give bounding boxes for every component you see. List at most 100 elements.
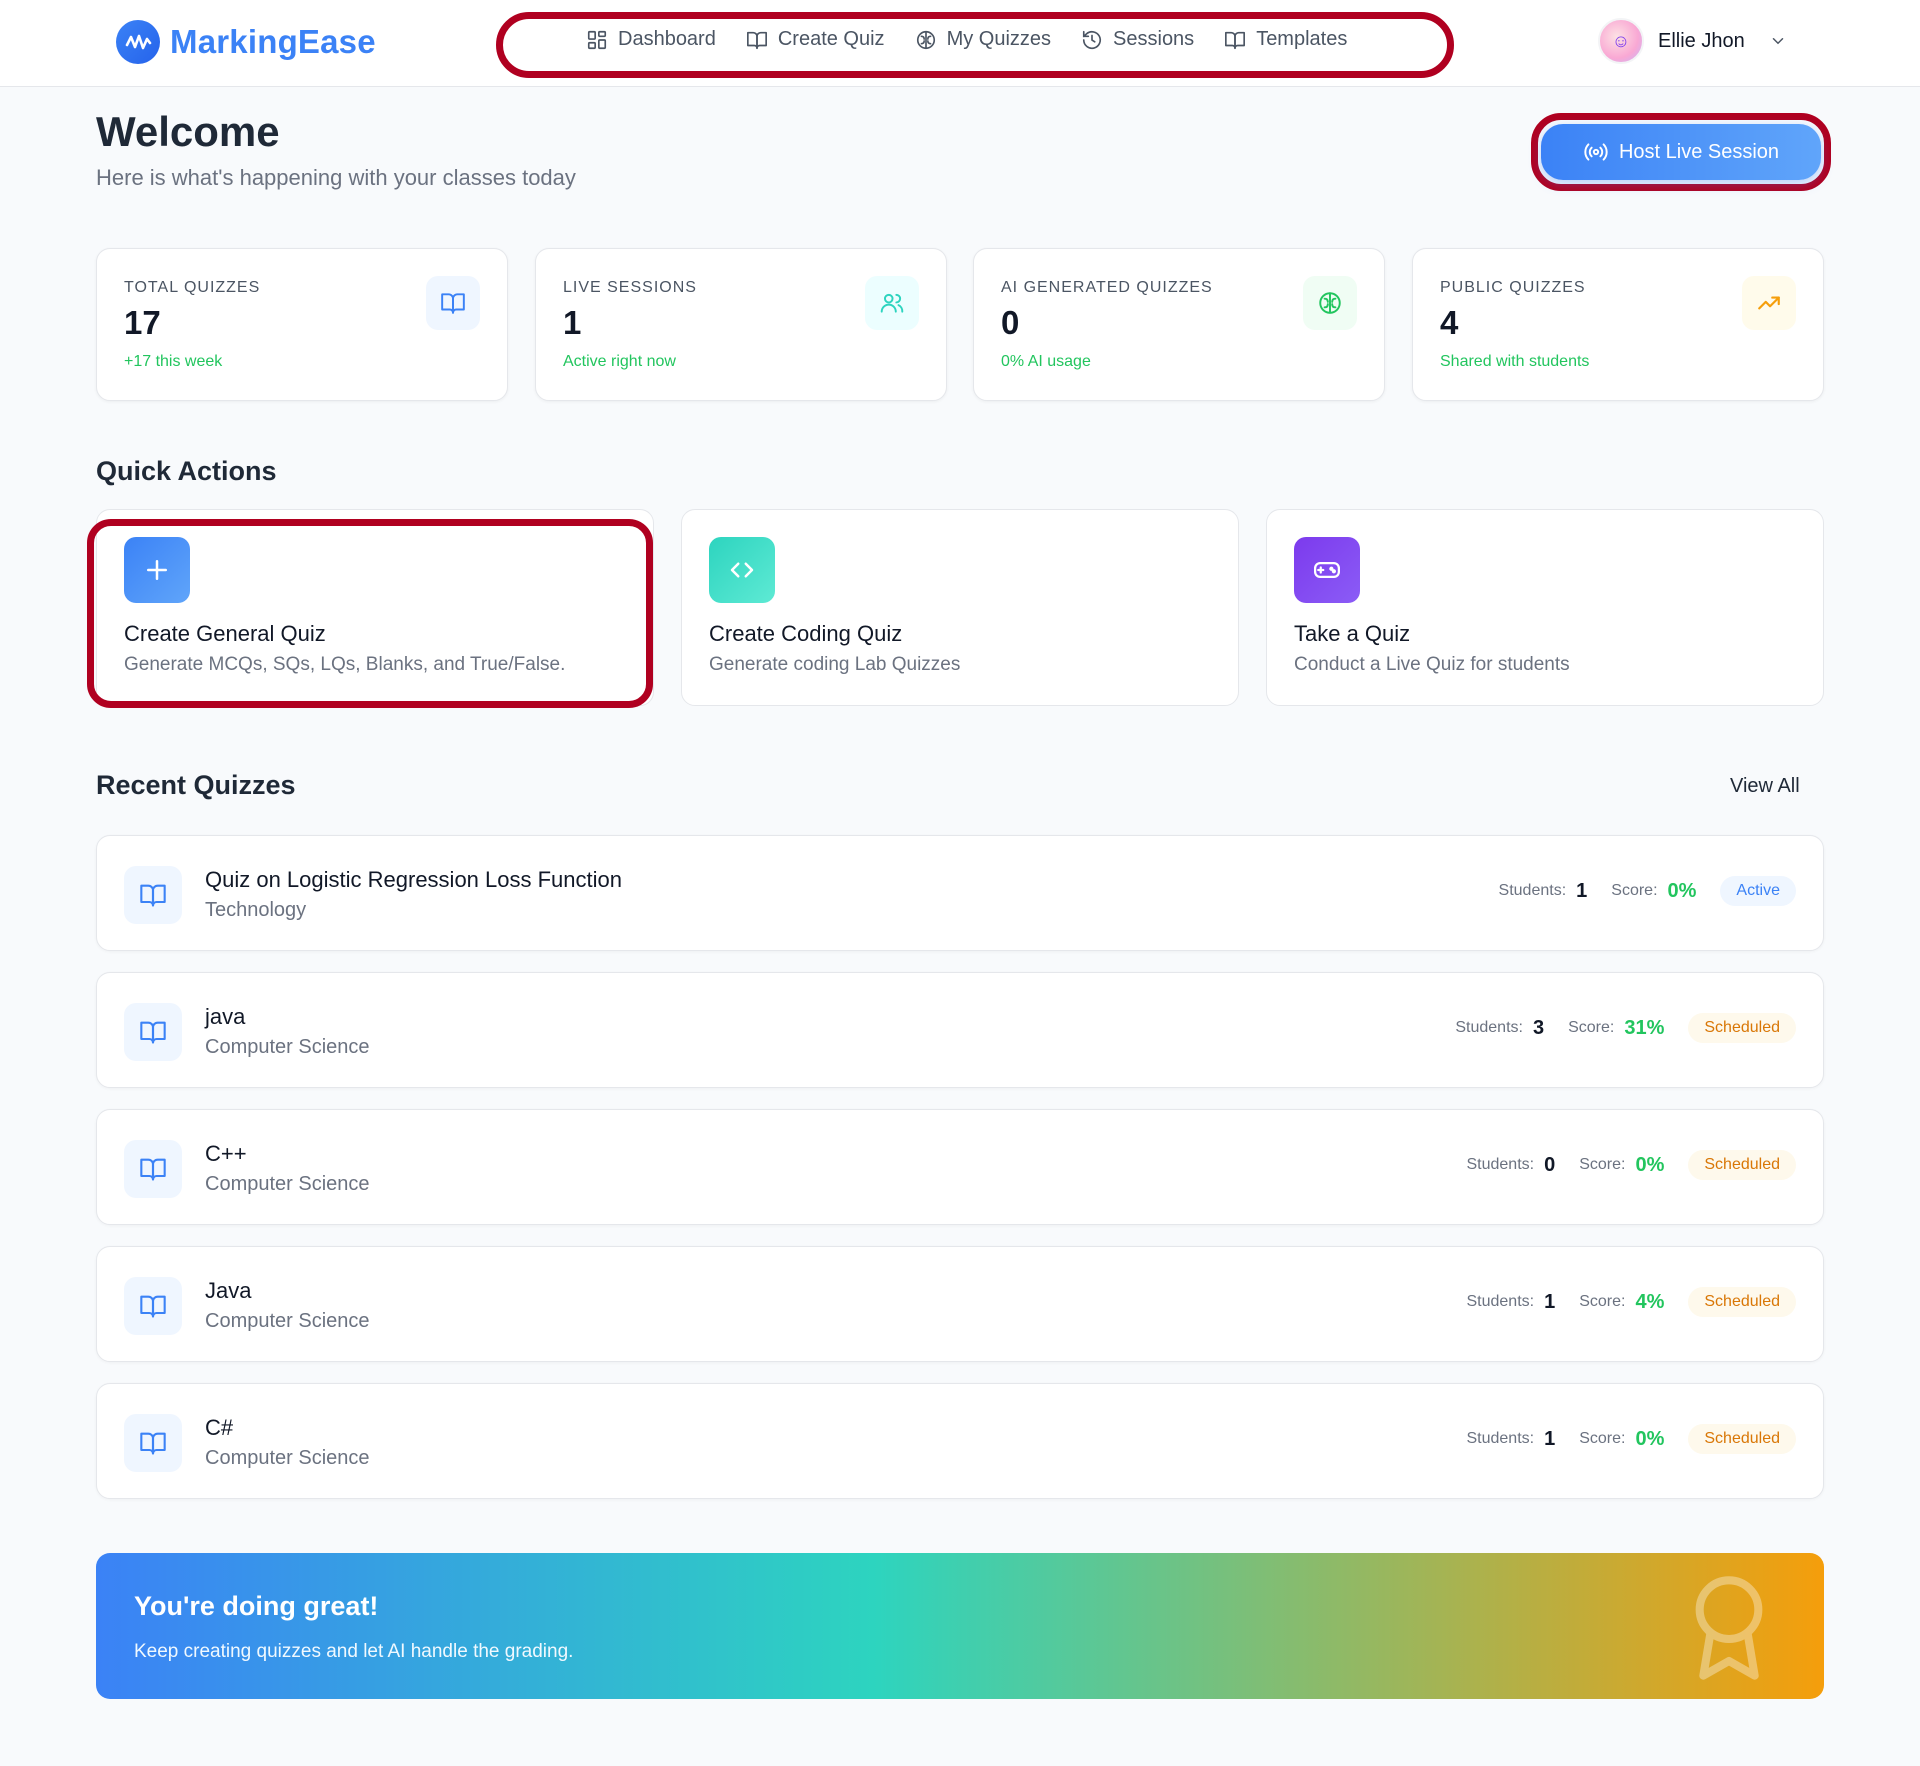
- waveform-icon: [116, 20, 160, 64]
- stat-card-public-quizzes: PUBLIC QUIZZES 4 Shared with students: [1412, 248, 1824, 401]
- score-value: 0%: [1635, 1153, 1665, 1176]
- status-badge: Scheduled: [1688, 1287, 1796, 1317]
- user-name: Ellie Jhon: [1658, 29, 1745, 52]
- stat-label: TOTAL QUIZZES: [124, 279, 261, 296]
- nav-sessions[interactable]: Sessions: [1081, 28, 1194, 51]
- students-label: Students:: [1466, 1156, 1535, 1173]
- quiz-title: java: [205, 1004, 246, 1029]
- quick-action-title: Take a Quiz: [1294, 621, 1411, 646]
- quiz-title: C++: [205, 1141, 247, 1166]
- students-label: Students:: [1498, 882, 1567, 899]
- students-count: 1: [1544, 1427, 1556, 1450]
- brain-icon: [1303, 276, 1357, 330]
- students-count: 0: [1544, 1153, 1556, 1176]
- quiz-row[interactable]: C++ Computer Science Students: 0 Score: …: [96, 1109, 1824, 1225]
- students-count: 1: [1576, 879, 1588, 902]
- stat-value: 17: [124, 304, 161, 341]
- brand-name: MarkingEase: [170, 23, 376, 60]
- score-label: Score:: [1611, 882, 1658, 899]
- nav-label: Sessions: [1113, 28, 1195, 50]
- quiz-subject: Computer Science: [205, 1310, 370, 1332]
- stat-note: Active right now: [563, 353, 676, 370]
- status-badge: Scheduled: [1688, 1424, 1796, 1454]
- book-icon: [124, 1140, 182, 1198]
- quiz-meta: Students: 1 Score: 4% Scheduled: [1466, 1287, 1796, 1317]
- quiz-row[interactable]: C# Computer Science Students: 1 Score: 0…: [96, 1383, 1824, 1499]
- create-coding-quiz-card[interactable]: Create Coding Quiz Generate coding Lab Q…: [681, 509, 1239, 706]
- students-label: Students:: [1466, 1430, 1535, 1447]
- main-nav: Dashboard Create Quiz My Quizzes Session…: [586, 28, 1347, 51]
- book-icon: [124, 1277, 182, 1335]
- book-icon: [1225, 31, 1246, 49]
- user-menu[interactable]: ☺ Ellie Jhon: [1598, 18, 1787, 64]
- quiz-meta: Students: 1 Score: 0% Scheduled: [1466, 1424, 1796, 1454]
- quick-actions-title: Quick Actions: [96, 456, 277, 486]
- nav-label: My Quizzes: [946, 28, 1052, 50]
- grid-icon: [587, 30, 607, 49]
- banner-title: You're doing great!: [134, 1591, 379, 1621]
- host-button-label: Host Live Session: [1618, 140, 1780, 163]
- book-icon: [124, 866, 182, 924]
- score-label: Score:: [1568, 1019, 1615, 1036]
- status-badge: Active: [1720, 876, 1796, 906]
- stat-label: PUBLIC QUIZZES: [1440, 279, 1586, 296]
- create-general-quiz-highlight: [87, 519, 653, 708]
- quick-action-title: Create Coding Quiz: [709, 621, 903, 646]
- nav-label: Dashboard: [618, 28, 716, 50]
- nav-dashboard[interactable]: Dashboard: [586, 28, 716, 51]
- quiz-subject: Computer Science: [205, 1447, 370, 1469]
- quiz-title: Quiz on Logistic Regression Loss Functio…: [205, 867, 622, 892]
- status-badge: Scheduled: [1688, 1150, 1796, 1180]
- stat-value: 0: [1001, 304, 1020, 341]
- students-count: 3: [1532, 1016, 1545, 1039]
- users-icon: [865, 276, 919, 330]
- nav-create-quiz[interactable]: Create Quiz: [746, 28, 885, 51]
- quiz-meta: Students: 0 Score: 0% Scheduled: [1466, 1150, 1796, 1180]
- host-live-session-button[interactable]: Host Live Session: [1541, 124, 1821, 180]
- take-a-quiz-card[interactable]: Take a Quiz Conduct a Live Quiz for stud…: [1266, 509, 1824, 706]
- broadcast-icon: [1584, 143, 1608, 161]
- gamepad-icon: [1294, 537, 1360, 603]
- page-title: Welcome: [96, 108, 280, 155]
- book-icon: [124, 1003, 182, 1061]
- score-value: 4%: [1635, 1290, 1665, 1313]
- logo[interactable]: MarkingEase: [116, 20, 376, 64]
- history-icon: [1082, 30, 1102, 49]
- nav-my-quizzes[interactable]: My Quizzes: [915, 28, 1051, 51]
- stat-card-live-sessions: LIVE SESSIONS 1 Active right now: [535, 248, 947, 401]
- stat-card-total-quizzes: TOTAL QUIZZES 17 +17 this week: [96, 248, 508, 401]
- banner-subtitle: Keep creating quizzes and let AI handle …: [134, 1641, 574, 1662]
- code-icon: [709, 537, 775, 603]
- stat-value: 1: [563, 304, 582, 341]
- score-label: Score:: [1579, 1156, 1626, 1173]
- quiz-row[interactable]: Java Computer Science Students: 1 Score:…: [96, 1246, 1824, 1362]
- quiz-title: Java: [205, 1278, 252, 1303]
- motivation-banner: You're doing great! Keep creating quizze…: [96, 1553, 1824, 1699]
- quick-action-desc: Generate coding Lab Quizzes: [709, 654, 961, 675]
- quick-action-desc: Conduct a Live Quiz for students: [1294, 654, 1570, 675]
- book-icon: [746, 31, 767, 49]
- status-badge: Scheduled: [1688, 1013, 1796, 1043]
- score-value: 31%: [1624, 1016, 1665, 1039]
- stat-card-ai-generated: AI GENERATED QUIZZES 0 0% AI usage: [973, 248, 1385, 401]
- quiz-row[interactable]: Quiz on Logistic Regression Loss Functio…: [96, 835, 1824, 951]
- quiz-meta: Students: 1 Score: 0% Active: [1499, 876, 1796, 906]
- book-icon: [124, 1414, 182, 1472]
- quiz-row[interactable]: java Computer Science Students: 3 Score:…: [96, 972, 1824, 1088]
- score-label: Score:: [1579, 1293, 1626, 1310]
- brain-icon: [916, 30, 935, 49]
- book-icon: [426, 276, 480, 330]
- stat-label: LIVE SESSIONS: [563, 279, 697, 296]
- nav-templates[interactable]: Templates: [1224, 28, 1347, 51]
- quiz-subject: Computer Science: [205, 1036, 370, 1058]
- avatar: ☺: [1598, 18, 1644, 64]
- students-label: Students:: [1455, 1019, 1523, 1036]
- score-value: 0%: [1635, 1427, 1665, 1450]
- nav-label: Templates: [1256, 28, 1348, 50]
- quiz-meta: Students: 3 Score: 31% Scheduled: [1455, 1013, 1796, 1043]
- page-subtitle: Here is what's happening with your class…: [96, 165, 576, 190]
- students-label: Students:: [1466, 1293, 1535, 1310]
- view-all-link[interactable]: View All: [1730, 775, 1800, 798]
- stat-label: AI GENERATED QUIZZES: [1001, 279, 1213, 296]
- nav-label: Create Quiz: [777, 28, 885, 50]
